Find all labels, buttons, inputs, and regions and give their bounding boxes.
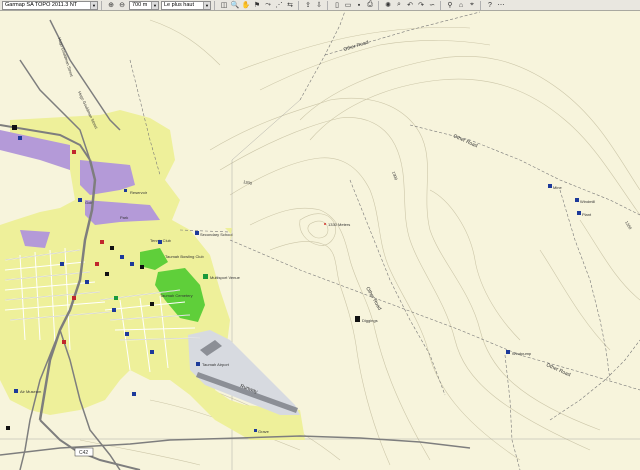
undo-icon[interactable]: ↶ xyxy=(405,1,415,10)
poi-label: Windmill xyxy=(580,199,595,204)
hospital-icon[interactable] xyxy=(72,296,76,300)
plant-icon[interactable] xyxy=(577,211,581,215)
poi-label: Taumah Bowling Club xyxy=(165,254,204,259)
poi-label: Air Museum xyxy=(20,389,42,394)
museum-icon[interactable] xyxy=(14,389,18,393)
measure-tool-icon[interactable]: ⇆ xyxy=(285,1,295,10)
more-icon[interactable]: ⋯ xyxy=(496,1,506,10)
hotel-icon[interactable] xyxy=(78,198,82,202)
pharmacy-icon[interactable] xyxy=(62,340,66,344)
chevron-down-icon: ▼ xyxy=(151,1,158,9)
zoom-scale-value: 700 m xyxy=(132,2,148,8)
zoom-tool-icon[interactable]: 🔍 xyxy=(230,1,240,10)
clinic-icon[interactable] xyxy=(125,332,129,336)
poi-label: Taumah Cemetery xyxy=(160,293,193,298)
print-icon[interactable]: ⎙ xyxy=(365,1,375,10)
airport-icon[interactable] xyxy=(196,362,200,366)
poi-label: Golf xyxy=(85,200,93,205)
detail-level-select[interactable]: Le plus haut ▼ xyxy=(161,0,211,10)
toolbar-separator xyxy=(101,0,102,10)
loop-icon[interactable]: ∽ xyxy=(427,1,437,10)
restaurant-icon[interactable] xyxy=(72,150,76,154)
track-tool-icon[interactable]: ⋰ xyxy=(274,1,284,10)
windpump-icon[interactable] xyxy=(506,350,510,354)
route-c42-label: C42 xyxy=(79,450,88,456)
camping-icon[interactable] xyxy=(150,302,154,306)
poi-label: Plant xyxy=(582,212,592,217)
toolbar-separator xyxy=(214,0,215,10)
store-icon[interactable] xyxy=(140,265,144,269)
route-tool-icon[interactable]: ⤳ xyxy=(263,1,273,10)
poi-label: Reservoir xyxy=(130,190,148,195)
bank-icon[interactable] xyxy=(110,246,114,250)
toolbar: Garmap SA TOPO 2011.3 NT ▼ ⊕ ⊖ 700 m ▼ L… xyxy=(0,0,640,11)
poi-label: Mine xyxy=(553,185,562,190)
save-icon[interactable]: ▪ xyxy=(354,1,364,10)
map-canvas[interactable]: 1300 1300 1300 Other Road Other Road Oth… xyxy=(0,11,640,470)
poi-label: Secondary School xyxy=(200,232,233,237)
toolbar-separator xyxy=(440,0,441,10)
find-icon[interactable]: ⌕ xyxy=(394,1,404,10)
food-icon[interactable] xyxy=(100,240,104,244)
park-icon[interactable] xyxy=(132,392,136,396)
garmin-mapsource-window: Garmap SA TOPO 2011.3 NT ▼ ⊕ ⊖ 700 m ▼ L… xyxy=(0,0,640,470)
toolbar-separator xyxy=(378,0,379,10)
new-document-icon[interactable]: ▯ xyxy=(332,1,342,10)
parking-icon[interactable] xyxy=(6,426,10,430)
toolbar-separator xyxy=(298,0,299,10)
reservoir-icon[interactable] xyxy=(124,189,127,192)
windmill-icon[interactable] xyxy=(575,198,579,202)
police-icon[interactable] xyxy=(85,280,89,284)
peak-marker-icon xyxy=(324,223,326,225)
lodging-icon[interactable] xyxy=(120,255,124,259)
garden-icon[interactable] xyxy=(114,296,118,300)
waypoint-diggings-icon[interactable] xyxy=(355,316,360,322)
toolbar-separator xyxy=(327,0,328,10)
tennis-icon[interactable] xyxy=(158,240,162,244)
church-icon[interactable] xyxy=(130,262,134,266)
town-hall-icon[interactable] xyxy=(150,350,154,354)
map-product-value: Garmap SA TOPO 2011.3 NT xyxy=(5,2,78,8)
chevron-down-icon: ▼ xyxy=(90,1,97,9)
poi-label: Windpump xyxy=(512,351,532,356)
poi-label: Grave xyxy=(258,429,270,434)
poi-label: Park xyxy=(120,215,128,220)
atm-icon[interactable] xyxy=(105,272,109,276)
map-tool-icon[interactable]: ◫ xyxy=(219,1,229,10)
grave-icon[interactable] xyxy=(254,429,257,432)
zoom-out-icon[interactable]: ⊖ xyxy=(117,1,127,10)
hand-tool-icon[interactable]: ✋ xyxy=(241,1,251,10)
help-icon[interactable]: ? xyxy=(485,1,495,10)
waypoint-tool-icon[interactable]: ⚑ xyxy=(252,1,262,10)
receive-from-device-icon[interactable]: ⇩ xyxy=(314,1,324,10)
find-nearest-icon[interactable]: ⌖ xyxy=(467,1,477,10)
sports-venue-icon[interactable] xyxy=(203,274,208,279)
binoculars-icon[interactable]: ⚲ xyxy=(445,1,455,10)
toolbar-separator xyxy=(480,0,481,10)
open-folder-icon[interactable]: ▭ xyxy=(343,1,353,10)
mine-icon[interactable] xyxy=(548,184,552,188)
zoom-scale-select[interactable]: 700 m ▼ xyxy=(129,0,159,10)
peak-label: 1330 Meters xyxy=(328,222,350,227)
post-office-icon[interactable] xyxy=(60,262,64,266)
chevron-down-icon: ▼ xyxy=(203,1,210,9)
redo-icon[interactable]: ↷ xyxy=(416,1,426,10)
school-icon[interactable] xyxy=(195,231,199,235)
waypoint-label: Diggings xyxy=(362,318,378,323)
zoom-in-icon[interactable]: ⊕ xyxy=(106,1,116,10)
dining-icon[interactable] xyxy=(95,262,99,266)
fuel-icon[interactable] xyxy=(12,125,17,130)
poi-label: Multisport Venue xyxy=(210,275,241,280)
color-tool-icon[interactable]: ✺ xyxy=(383,1,393,10)
map-product-select[interactable]: Garmap SA TOPO 2011.3 NT ▼ xyxy=(2,0,98,10)
home-icon[interactable]: ⌂ xyxy=(456,1,466,10)
poi-label: Taumah Airport xyxy=(202,362,230,367)
detail-level-value: Le plus haut xyxy=(164,2,194,8)
library-icon[interactable] xyxy=(112,308,116,312)
send-to-device-icon[interactable]: ⇪ xyxy=(303,1,313,10)
shop-icon[interactable] xyxy=(18,136,22,140)
